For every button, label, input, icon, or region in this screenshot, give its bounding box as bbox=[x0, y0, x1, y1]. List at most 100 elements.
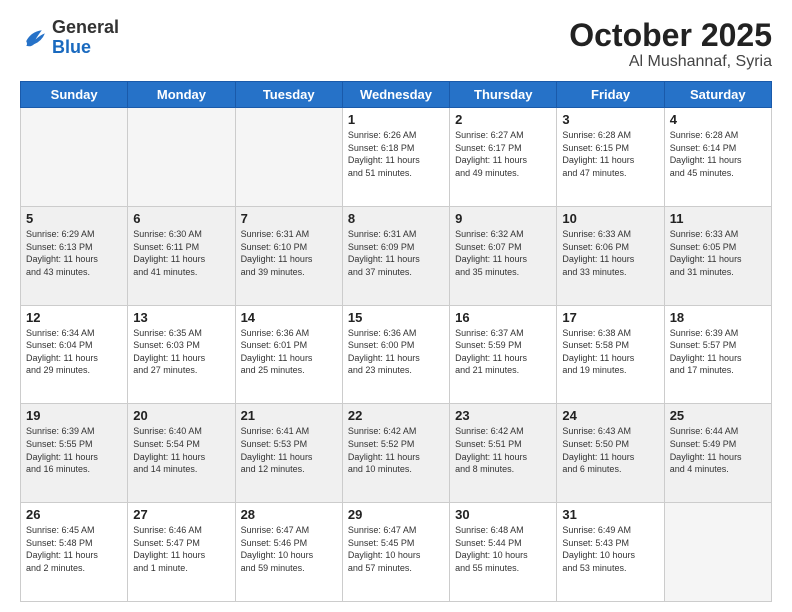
calendar-header-row: SundayMondayTuesdayWednesdayThursdayFrid… bbox=[21, 82, 772, 108]
day-info: Sunrise: 6:48 AM Sunset: 5:44 PM Dayligh… bbox=[455, 524, 551, 574]
calendar-day-cell: 21 Sunrise: 6:41 AM Sunset: 5:53 PM Dayli… bbox=[235, 404, 342, 503]
day-number: 8 bbox=[348, 211, 444, 226]
calendar-day-cell: 27 Sunrise: 6:46 AM Sunset: 5:47 PM Dayli… bbox=[128, 503, 235, 602]
calendar-day-cell bbox=[128, 108, 235, 207]
calendar-day-cell: 26Sunrise: 6:45 AM Sunset: 5:48 PM Dayli… bbox=[21, 503, 128, 602]
calendar-day-header: Monday bbox=[128, 82, 235, 108]
calendar-day-cell bbox=[21, 108, 128, 207]
day-number: 28 bbox=[241, 507, 337, 522]
day-number: 16 bbox=[455, 310, 551, 325]
calendar-day-cell: 8 Sunrise: 6:31 AM Sunset: 6:09 PM Daylig… bbox=[342, 206, 449, 305]
calendar-day-cell: 22 Sunrise: 6:42 AM Sunset: 5:52 PM Dayli… bbox=[342, 404, 449, 503]
calendar-day-cell: 16 Sunrise: 6:37 AM Sunset: 5:59 PM Dayli… bbox=[450, 305, 557, 404]
calendar-day-cell: 24 Sunrise: 6:43 AM Sunset: 5:50 PM Dayli… bbox=[557, 404, 664, 503]
day-number: 10 bbox=[562, 211, 658, 226]
calendar-day-cell: 11 Sunrise: 6:33 AM Sunset: 6:05 PM Dayli… bbox=[664, 206, 771, 305]
day-number: 21 bbox=[241, 408, 337, 423]
day-info: Sunrise: 6:33 AM Sunset: 6:05 PM Dayligh… bbox=[670, 228, 766, 278]
day-info: Sunrise: 6:40 AM Sunset: 5:54 PM Dayligh… bbox=[133, 425, 229, 475]
day-number: 27 bbox=[133, 507, 229, 522]
day-number: 17 bbox=[562, 310, 658, 325]
day-number: 24 bbox=[562, 408, 658, 423]
day-number: 9 bbox=[455, 211, 551, 226]
calendar-day-cell: 2 Sunrise: 6:27 AM Sunset: 6:17 PM Daylig… bbox=[450, 108, 557, 207]
day-info: Sunrise: 6:37 AM Sunset: 5:59 PM Dayligh… bbox=[455, 327, 551, 377]
day-number: 11 bbox=[670, 211, 766, 226]
calendar-day-header: Saturday bbox=[664, 82, 771, 108]
logo: General Blue bbox=[20, 18, 119, 58]
calendar-week-row: 19 Sunrise: 6:39 AM Sunset: 5:55 PM Dayli… bbox=[21, 404, 772, 503]
page: General Blue October 2025 Al Mushannaf, … bbox=[0, 0, 792, 612]
day-number: 19 bbox=[26, 408, 122, 423]
day-number: 26 bbox=[26, 507, 122, 522]
day-info: Sunrise: 6:39 AM Sunset: 5:55 PM Dayligh… bbox=[26, 425, 122, 475]
calendar-day-cell: 13Sunrise: 6:35 AM Sunset: 6:03 PM Dayli… bbox=[128, 305, 235, 404]
calendar-day-cell: 30 Sunrise: 6:48 AM Sunset: 5:44 PM Dayli… bbox=[450, 503, 557, 602]
day-info: Sunrise: 6:31 AM Sunset: 6:09 PM Dayligh… bbox=[348, 228, 444, 278]
calendar-day-header: Wednesday bbox=[342, 82, 449, 108]
calendar-day-header: Tuesday bbox=[235, 82, 342, 108]
day-info: Sunrise: 6:46 AM Sunset: 5:47 PM Dayligh… bbox=[133, 524, 229, 574]
day-info: Sunrise: 6:47 AM Sunset: 5:46 PM Dayligh… bbox=[241, 524, 337, 574]
day-info: Sunrise: 6:41 AM Sunset: 5:53 PM Dayligh… bbox=[241, 425, 337, 475]
day-info: Sunrise: 6:28 AM Sunset: 6:15 PM Dayligh… bbox=[562, 129, 658, 179]
day-info: Sunrise: 6:43 AM Sunset: 5:50 PM Dayligh… bbox=[562, 425, 658, 475]
day-number: 20 bbox=[133, 408, 229, 423]
day-number: 30 bbox=[455, 507, 551, 522]
calendar-week-row: 1 Sunrise: 6:26 AM Sunset: 6:18 PM Daylig… bbox=[21, 108, 772, 207]
calendar-day-header: Sunday bbox=[21, 82, 128, 108]
calendar-day-cell: 31Sunrise: 6:49 AM Sunset: 5:43 PM Dayli… bbox=[557, 503, 664, 602]
calendar-day-cell bbox=[664, 503, 771, 602]
page-subtitle: Al Mushannaf, Syria bbox=[569, 53, 772, 71]
calendar-day-cell: 4 Sunrise: 6:28 AM Sunset: 6:14 PM Daylig… bbox=[664, 108, 771, 207]
day-info: Sunrise: 6:26 AM Sunset: 6:18 PM Dayligh… bbox=[348, 129, 444, 179]
day-number: 31 bbox=[562, 507, 658, 522]
calendar-day-cell: 10Sunrise: 6:33 AM Sunset: 6:06 PM Dayli… bbox=[557, 206, 664, 305]
calendar-week-row: 12Sunrise: 6:34 AM Sunset: 6:04 PM Dayli… bbox=[21, 305, 772, 404]
calendar-day-cell: 1 Sunrise: 6:26 AM Sunset: 6:18 PM Daylig… bbox=[342, 108, 449, 207]
day-info: Sunrise: 6:42 AM Sunset: 5:52 PM Dayligh… bbox=[348, 425, 444, 475]
calendar-day-cell: 23Sunrise: 6:42 AM Sunset: 5:51 PM Dayli… bbox=[450, 404, 557, 503]
day-number: 25 bbox=[670, 408, 766, 423]
logo-general-text: General bbox=[52, 18, 119, 38]
calendar-day-cell: 17 Sunrise: 6:38 AM Sunset: 5:58 PM Dayli… bbox=[557, 305, 664, 404]
day-info: Sunrise: 6:39 AM Sunset: 5:57 PM Dayligh… bbox=[670, 327, 766, 377]
day-info: Sunrise: 6:30 AM Sunset: 6:11 PM Dayligh… bbox=[133, 228, 229, 278]
day-info: Sunrise: 6:38 AM Sunset: 5:58 PM Dayligh… bbox=[562, 327, 658, 377]
day-info: Sunrise: 6:32 AM Sunset: 6:07 PM Dayligh… bbox=[455, 228, 551, 278]
day-info: Sunrise: 6:31 AM Sunset: 6:10 PM Dayligh… bbox=[241, 228, 337, 278]
day-number: 18 bbox=[670, 310, 766, 325]
day-info: Sunrise: 6:36 AM Sunset: 6:00 PM Dayligh… bbox=[348, 327, 444, 377]
day-info: Sunrise: 6:29 AM Sunset: 6:13 PM Dayligh… bbox=[26, 228, 122, 278]
day-number: 22 bbox=[348, 408, 444, 423]
calendar-day-header: Thursday bbox=[450, 82, 557, 108]
calendar-day-cell bbox=[235, 108, 342, 207]
day-info: Sunrise: 6:27 AM Sunset: 6:17 PM Dayligh… bbox=[455, 129, 551, 179]
day-info: Sunrise: 6:47 AM Sunset: 5:45 PM Dayligh… bbox=[348, 524, 444, 574]
calendar-day-cell: 28 Sunrise: 6:47 AM Sunset: 5:46 PM Dayli… bbox=[235, 503, 342, 602]
day-number: 2 bbox=[455, 112, 551, 127]
calendar-day-header: Friday bbox=[557, 82, 664, 108]
calendar-week-row: 5 Sunrise: 6:29 AM Sunset: 6:13 PM Daylig… bbox=[21, 206, 772, 305]
calendar-day-cell: 12Sunrise: 6:34 AM Sunset: 6:04 PM Dayli… bbox=[21, 305, 128, 404]
calendar-day-cell: 7Sunrise: 6:31 AM Sunset: 6:10 PM Daylig… bbox=[235, 206, 342, 305]
logo-blue-text: Blue bbox=[52, 38, 119, 58]
logo-bird-icon bbox=[20, 24, 48, 52]
title-block: October 2025 Al Mushannaf, Syria bbox=[569, 18, 772, 71]
page-title: October 2025 bbox=[569, 18, 772, 53]
day-info: Sunrise: 6:28 AM Sunset: 6:14 PM Dayligh… bbox=[670, 129, 766, 179]
calendar-day-cell: 19 Sunrise: 6:39 AM Sunset: 5:55 PM Dayli… bbox=[21, 404, 128, 503]
day-number: 5 bbox=[26, 211, 122, 226]
day-info: Sunrise: 6:35 AM Sunset: 6:03 PM Dayligh… bbox=[133, 327, 229, 377]
calendar-day-cell: 29Sunrise: 6:47 AM Sunset: 5:45 PM Dayli… bbox=[342, 503, 449, 602]
calendar-table: SundayMondayTuesdayWednesdayThursdayFrid… bbox=[20, 81, 772, 602]
day-info: Sunrise: 6:34 AM Sunset: 6:04 PM Dayligh… bbox=[26, 327, 122, 377]
day-number: 4 bbox=[670, 112, 766, 127]
day-number: 1 bbox=[348, 112, 444, 127]
logo-text: General Blue bbox=[52, 18, 119, 58]
calendar-day-cell: 3 Sunrise: 6:28 AM Sunset: 6:15 PM Daylig… bbox=[557, 108, 664, 207]
header: General Blue October 2025 Al Mushannaf, … bbox=[20, 18, 772, 71]
day-number: 3 bbox=[562, 112, 658, 127]
calendar-day-cell: 9 Sunrise: 6:32 AM Sunset: 6:07 PM Daylig… bbox=[450, 206, 557, 305]
day-number: 14 bbox=[241, 310, 337, 325]
